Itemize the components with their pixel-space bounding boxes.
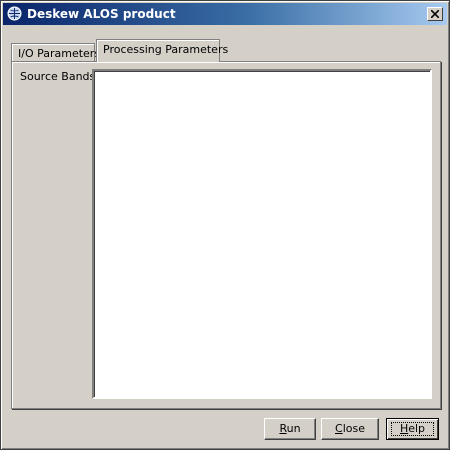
close-icon [431,10,439,18]
close-label: lose [342,422,365,435]
processing-parameters-panel: Source Bands: [11,61,441,409]
run-label: un [286,422,301,435]
focus-ring [391,422,434,436]
run-button[interactable]: Run [264,418,316,440]
dialog-window: Deskew ALOS product I/O Parameters Proce… [0,0,450,450]
title-bar[interactable]: Deskew ALOS product [3,3,447,25]
tab-processing-parameters[interactable]: Processing Parameters [96,39,228,62]
run-mnemonic: R [279,422,287,435]
source-bands-label: Source Bands: [20,70,99,83]
help-button[interactable]: Help [386,418,439,440]
window-title: Deskew ALOS product [27,7,176,21]
close-window-button[interactable] [427,7,443,21]
app-icon [7,6,22,21]
tab-io-parameters[interactable]: I/O Parameters [11,43,100,61]
close-button[interactable]: Close [321,418,379,440]
source-bands-list[interactable] [92,69,432,399]
close-mnemonic: C [335,422,343,435]
